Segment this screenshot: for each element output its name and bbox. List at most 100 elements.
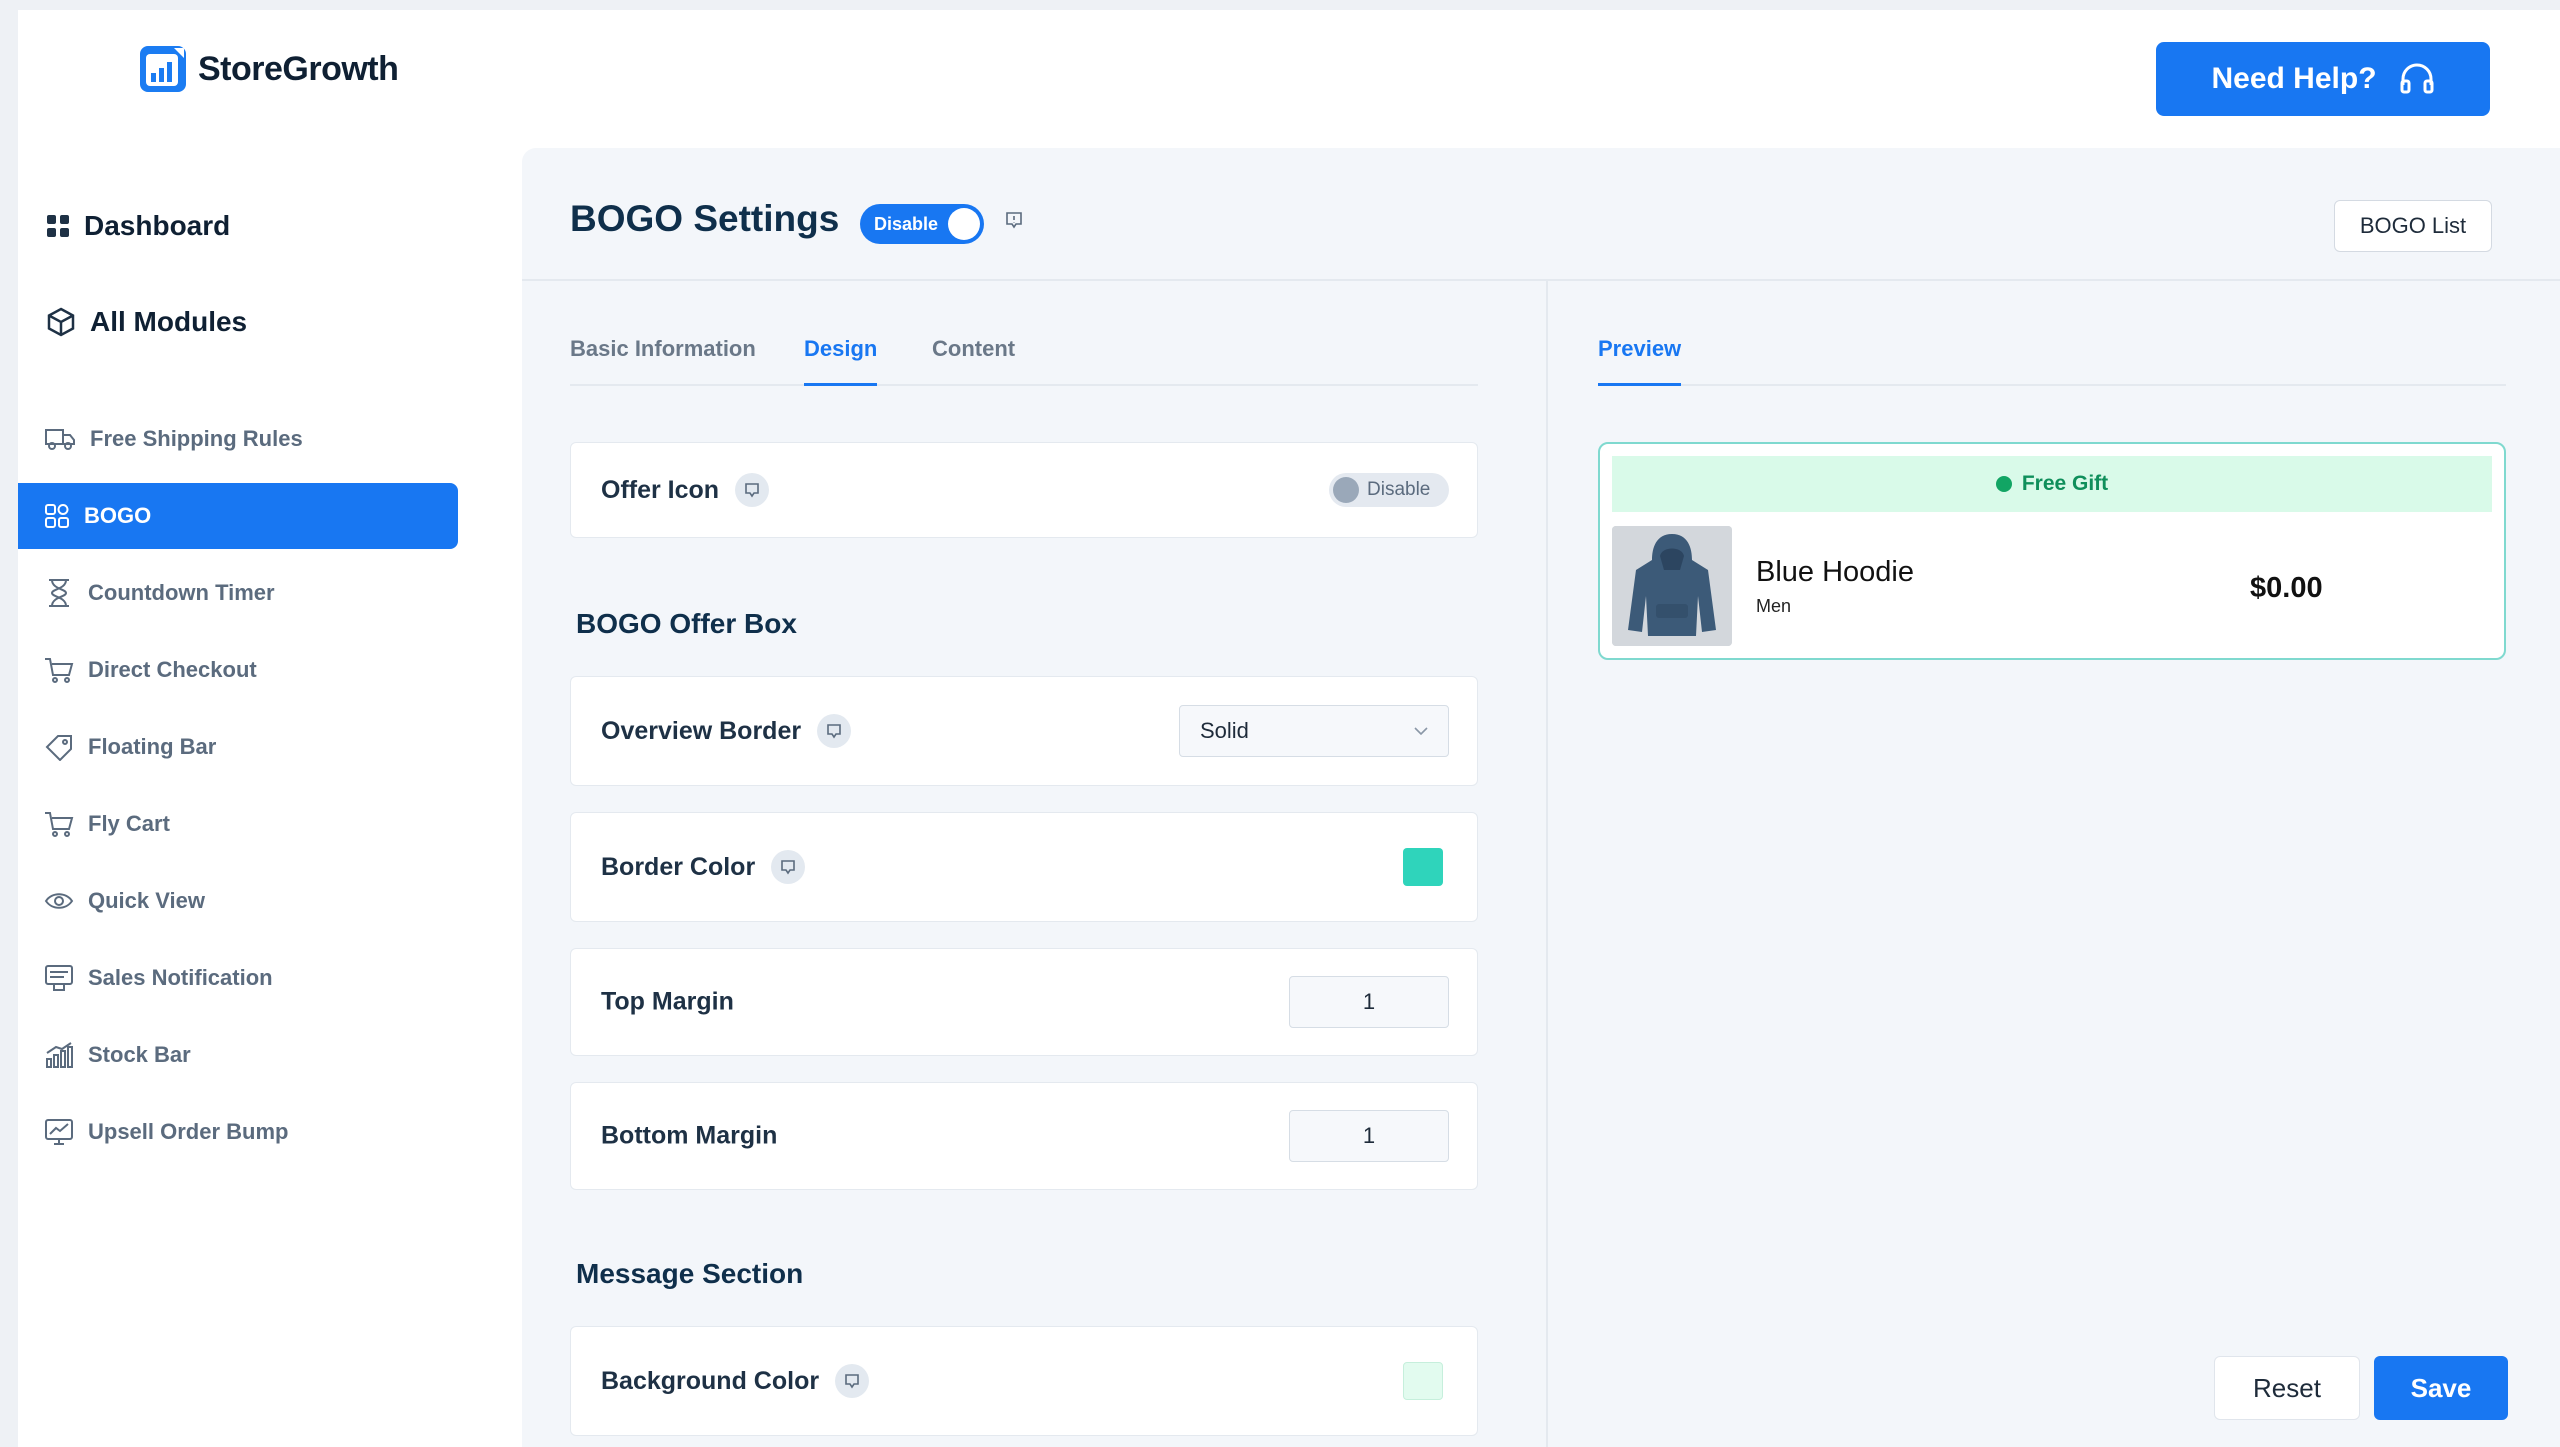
tab-design[interactable]: Design	[804, 336, 878, 386]
eye-icon	[44, 893, 74, 909]
column-divider	[1546, 281, 1548, 1447]
top-margin-input[interactable]	[1289, 976, 1449, 1028]
border-color-setting: Border Color	[570, 812, 1478, 922]
sidebar-item-label: Dashboard	[84, 210, 231, 241]
top-margin-setting: Top Margin	[570, 948, 1478, 1056]
need-help-button[interactable]: Need Help?	[2156, 42, 2490, 116]
sidebar-item-free-shipping-rules[interactable]: Free Shipping Rules	[18, 406, 458, 472]
tag-icon	[45, 735, 72, 761]
settings-tabs: Basic Information Design Content	[570, 336, 1478, 386]
setting-label: Bottom Margin	[601, 1122, 777, 1151]
bottom-margin-setting: Bottom Margin	[570, 1082, 1478, 1190]
sidebar-item-label: Upsell Order Bump	[88, 1119, 289, 1144]
toggle-knob	[1333, 477, 1359, 503]
free-gift-banner: Free Gift	[1612, 456, 2492, 512]
free-gift-label: Free Gift	[2021, 472, 2109, 495]
help-tooltip-icon[interactable]	[771, 850, 806, 884]
sidebar-item-label: Stock Bar	[88, 1042, 191, 1067]
storegrowth-logo-icon	[140, 46, 186, 92]
setting-label: Top Margin	[601, 988, 734, 1017]
bogo-offer-box-title: BOGO Offer Box	[576, 608, 797, 639]
sidebar-item-label: Sales Notification	[88, 965, 273, 990]
offer-icon-toggle[interactable]: Disable	[1329, 473, 1449, 507]
toggle-label: Disable	[874, 213, 939, 234]
tab-preview[interactable]: Preview	[1598, 336, 1682, 386]
overview-border-select[interactable]: Solid	[1179, 705, 1449, 757]
offer-icon-label: Offer Icon	[601, 475, 720, 504]
sidebar-item-countdown-timer[interactable]: Countdown Timer	[18, 560, 458, 626]
help-tooltip-icon[interactable]	[817, 714, 852, 748]
save-button[interactable]: Save	[2374, 1356, 2508, 1420]
headset-icon	[2400, 63, 2434, 94]
sidebar-item-sales-notification[interactable]: Sales Notification	[18, 945, 458, 1011]
reset-button[interactable]: Reset	[2214, 1356, 2360, 1420]
sidebar-item-label: Direct Checkout	[88, 657, 257, 682]
info-icon[interactable]	[1004, 210, 1024, 230]
help-tooltip-icon[interactable]	[835, 1364, 870, 1398]
offer-icon-setting: Offer Icon Disable	[570, 442, 1478, 538]
apps-icon	[45, 504, 69, 528]
sidebar-item-quick-view[interactable]: Quick View	[18, 868, 458, 934]
bogo-preview-box: Free Gift Blue Hoodie Men $0.00	[1598, 442, 2506, 660]
border-color-label: Border Color	[601, 852, 756, 881]
background-color-swatch[interactable]	[1403, 1362, 1443, 1400]
top-margin-label: Top Margin	[601, 987, 734, 1016]
cube-icon	[47, 307, 75, 337]
truck-icon	[45, 429, 75, 450]
hourglass-icon	[49, 579, 69, 607]
gift-badge-icon	[1995, 476, 2012, 492]
brand-name: StoreGrowth	[198, 49, 399, 88]
bogo-list-button[interactable]: BOGO List	[2334, 200, 2492, 252]
sidebar-item-dashboard[interactable]: Dashboard	[46, 210, 230, 242]
setting-label: Offer Icon	[601, 473, 770, 507]
setting-label: Border Color	[601, 850, 806, 884]
module-status-toggle[interactable]: Disable	[860, 204, 984, 244]
product-price: $0.00	[2250, 572, 2323, 604]
preview-tabs: Preview	[1598, 336, 2506, 386]
toggle-knob	[948, 208, 980, 240]
page-title: BOGO Settings	[570, 198, 840, 239]
setting-label: Background Color	[601, 1364, 870, 1398]
sidebar-item-label: Floating Bar	[88, 734, 217, 759]
sidebar-item-label: All Modules	[90, 306, 248, 337]
chevron-down-icon	[1414, 727, 1428, 736]
sidebar-item-label: Quick View	[88, 888, 205, 913]
product-category: Men	[1756, 596, 1792, 616]
border-color-swatch[interactable]	[1403, 848, 1443, 886]
sidebar-item-floating-bar[interactable]: Floating Bar	[18, 714, 458, 780]
bottom-margin-input[interactable]	[1289, 1110, 1449, 1162]
sidebar-item-label: BOGO	[84, 503, 152, 528]
overview-border-label: Overview Border	[601, 716, 802, 745]
page-header: BOGO Settings Disable BOGO List	[522, 148, 2560, 281]
sidebar-item-direct-checkout[interactable]: Direct Checkout	[18, 637, 458, 703]
notification-icon	[45, 965, 73, 991]
main-panel: BOGO Settings Disable BOGO List Basic In…	[522, 148, 2560, 1447]
toggle-label: Disable	[1367, 479, 1431, 500]
background-color-label: Background Color	[601, 1366, 820, 1395]
sidebar-item-label: Fly Cart	[88, 811, 170, 836]
message-section-title: Message Section	[576, 1258, 804, 1289]
product-image	[1612, 526, 1732, 646]
bar-chart-icon	[46, 1042, 73, 1068]
sidebar-item-label: Free Shipping Rules	[90, 426, 303, 451]
grid-icon	[47, 215, 69, 237]
sidebar-item-label: Countdown Timer	[88, 580, 275, 605]
sidebar-item-bogo[interactable]: BOGO	[18, 483, 458, 549]
background-color-setting: Background Color	[570, 1326, 1478, 1436]
sidebar-item-fly-cart[interactable]: Fly Cart	[18, 791, 458, 857]
tab-basic-information[interactable]: Basic Information	[570, 336, 756, 386]
sidebar-item-upsell-order-bump[interactable]: Upsell Order Bump	[18, 1099, 458, 1165]
logo[interactable]: StoreGrowth	[140, 46, 399, 92]
app-window: StoreGrowth Need Help? Dashboard All Mod…	[18, 10, 2560, 1447]
cart-icon	[45, 812, 74, 837]
help-tooltip-icon[interactable]	[735, 473, 770, 507]
overview-border-setting: Overview Border Solid	[570, 676, 1478, 786]
sidebar-item-all-modules[interactable]: All Modules	[46, 306, 247, 338]
need-help-label: Need Help?	[2211, 62, 2377, 95]
select-value: Solid	[1200, 718, 1249, 743]
setting-label: Overview Border	[601, 714, 852, 748]
cart-icon	[45, 658, 74, 683]
bottom-margin-label: Bottom Margin	[601, 1121, 778, 1150]
sidebar-item-stock-bar[interactable]: Stock Bar	[18, 1022, 458, 1088]
tab-content[interactable]: Content	[932, 336, 1015, 386]
